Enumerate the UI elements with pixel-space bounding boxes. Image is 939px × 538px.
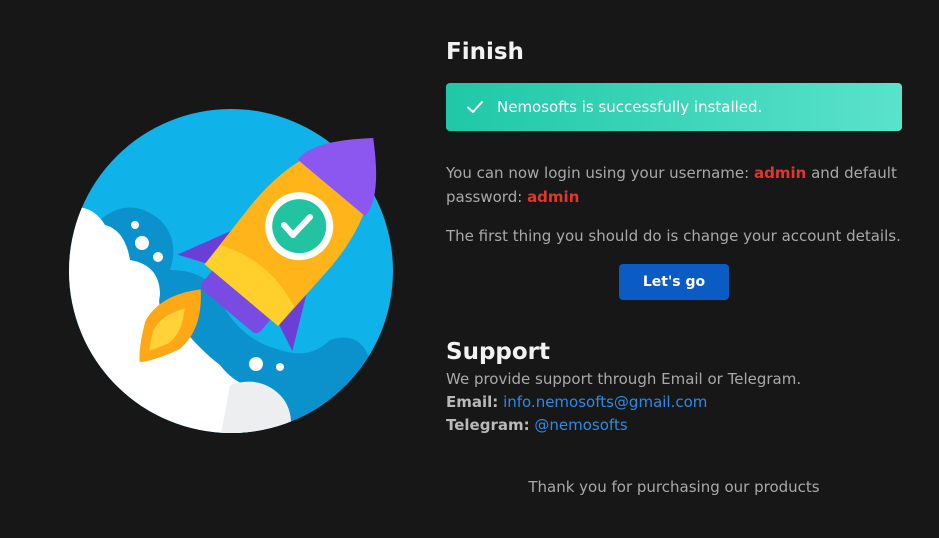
finish-title: Finish xyxy=(446,39,524,65)
email-link[interactable]: info.nemosofts@gmail.com xyxy=(503,393,707,411)
check-icon xyxy=(465,97,485,117)
username-value: admin xyxy=(753,164,807,182)
success-alert: Nemosofts is successfully installed. xyxy=(446,83,902,131)
alert-text: Nemosofts is successfully installed. xyxy=(497,98,763,116)
finish-panel: Finish Nemosofts is successfully install… xyxy=(446,36,902,437)
telegram-label: Telegram: xyxy=(446,416,530,434)
rocket-launch-illustration xyxy=(69,109,393,433)
lets-go-button[interactable]: Let's go xyxy=(618,264,730,300)
support-title: Support xyxy=(446,339,551,365)
thank-you-text: Thank you for purchasing our products xyxy=(528,478,820,496)
login-prefix: You can now login using your username: xyxy=(446,164,750,182)
telegram-link[interactable]: @nemosofts xyxy=(534,416,627,434)
telegram-line: Telegram: @nemosofts xyxy=(446,414,902,437)
support-section: Support We provide support through Email… xyxy=(446,336,902,437)
button-row: Let's go xyxy=(446,264,902,300)
login-info: You can now login using your username: a… xyxy=(446,161,902,209)
rocket-illustration xyxy=(60,100,400,440)
change-account-text: The first thing you should do is change … xyxy=(446,227,901,245)
email-line: Email: info.nemosofts@gmail.com xyxy=(446,391,902,414)
password-value: admin xyxy=(527,188,580,206)
email-label: Email: xyxy=(446,393,499,411)
support-intro: We provide support through Email or Tele… xyxy=(446,370,802,388)
